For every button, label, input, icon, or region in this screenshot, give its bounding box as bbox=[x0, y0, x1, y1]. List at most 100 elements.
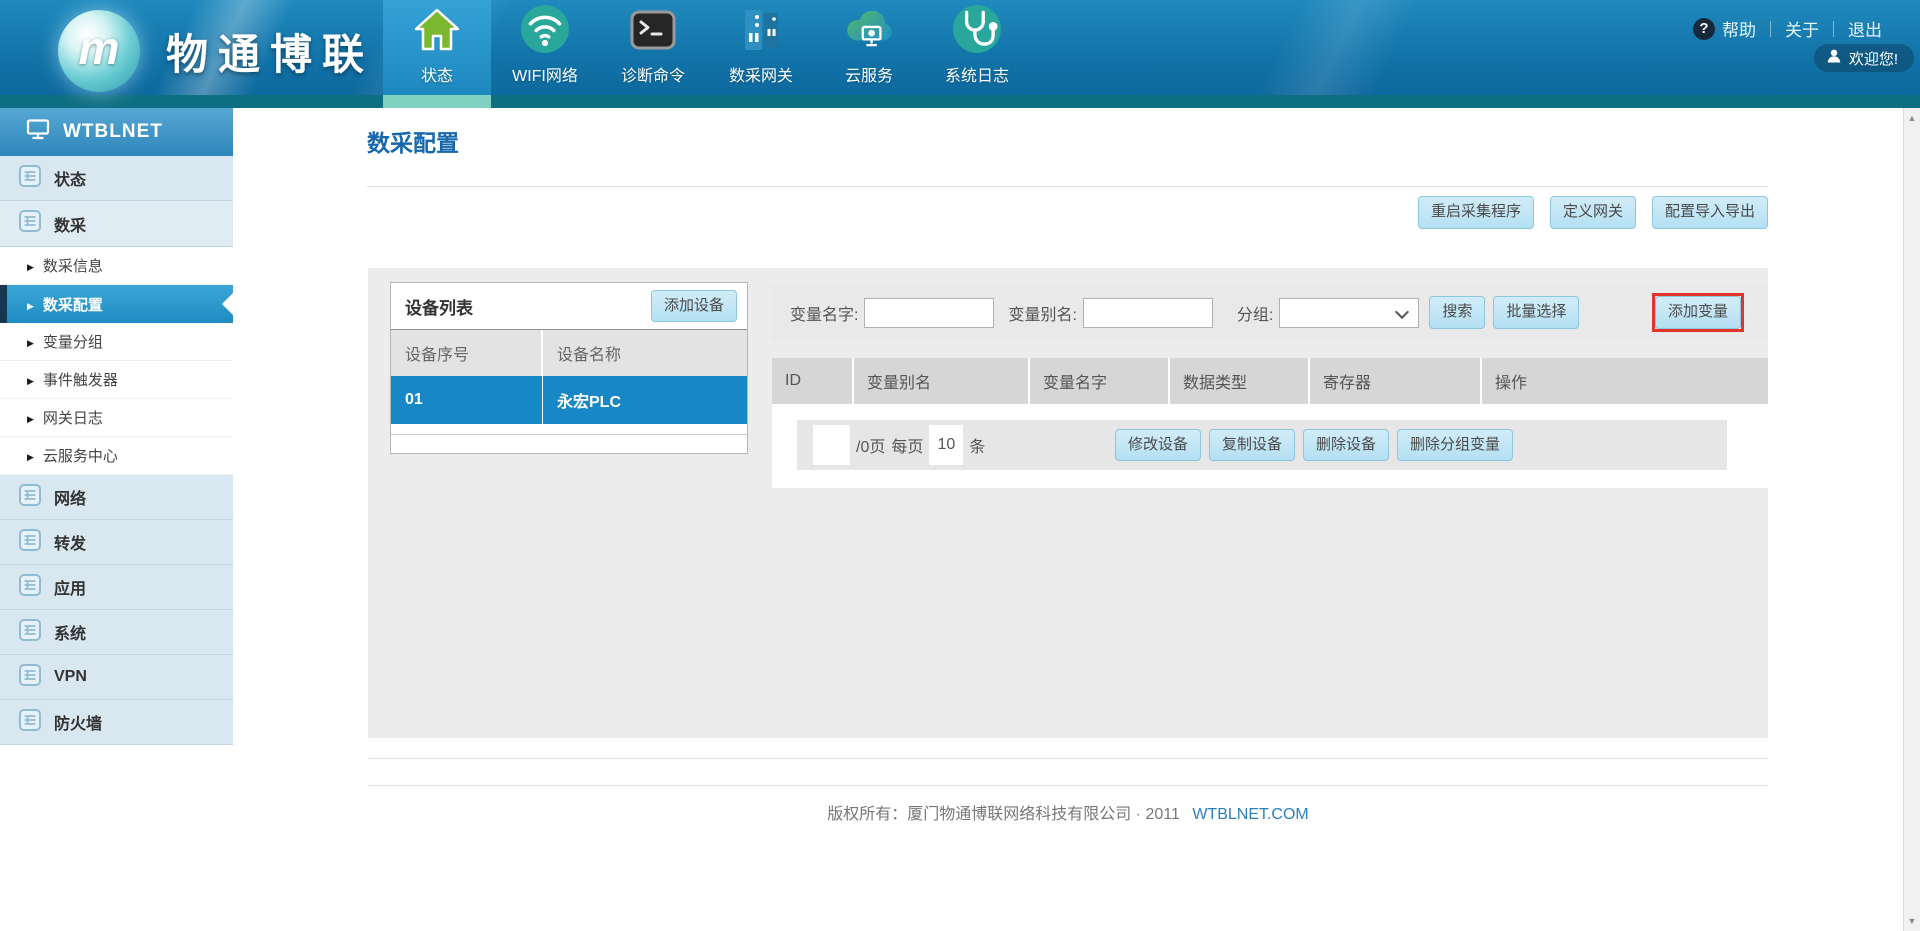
monitor-icon bbox=[26, 118, 50, 146]
title-divider bbox=[367, 186, 1768, 187]
stethoscope-icon bbox=[951, 3, 1003, 55]
device-action-buttons: 修改设备 复制设备 删除设备 删除分组变量 bbox=[1115, 420, 1513, 470]
search-button[interactable]: 搜索 bbox=[1429, 296, 1485, 329]
caret-right-icon bbox=[27, 296, 34, 313]
tab-data-gateway[interactable]: 数采网关 bbox=[707, 0, 815, 95]
delete-device-button[interactable]: 删除设备 bbox=[1303, 429, 1389, 462]
config-import-export-button[interactable]: 配置导入导出 bbox=[1652, 196, 1768, 229]
add-device-button[interactable]: 添加设备 bbox=[651, 290, 737, 323]
sidebar-item-data-config[interactable]: 数采配置 bbox=[0, 285, 233, 323]
sidebar-item-data-collection[interactable]: 数采 bbox=[0, 201, 233, 247]
grid-icon bbox=[18, 708, 42, 737]
welcome-text: 欢迎您! bbox=[1849, 48, 1898, 69]
variable-filter-bar: 变量名字: 变量别名: 分组: 搜索 批量选择 添加变量 bbox=[772, 285, 1768, 340]
sidebar-item-label: 应用 bbox=[54, 575, 86, 599]
group-label: 分组: bbox=[1237, 301, 1273, 325]
page: 物通博联 状态 WIFI网络 诊断命令 bbox=[0, 0, 1920, 931]
delete-group-variables-button[interactable]: 删除分组变量 bbox=[1397, 429, 1513, 462]
sidebar-item-cloud-center[interactable]: 云服务中心 bbox=[0, 437, 233, 475]
modify-device-button[interactable]: 修改设备 bbox=[1115, 429, 1201, 462]
sidebar-item-event-trigger[interactable]: 事件触发器 bbox=[0, 361, 233, 399]
tab-status[interactable]: 状态 bbox=[383, 0, 491, 95]
vertical-scrollbar[interactable] bbox=[1903, 108, 1920, 931]
grid-icon bbox=[18, 483, 42, 512]
grid-icon bbox=[18, 573, 42, 602]
logo-text: 物通博联 bbox=[166, 21, 374, 82]
sidebar-item-label: VPN bbox=[54, 668, 87, 686]
tab-cloud-service[interactable]: 云服务 bbox=[815, 0, 923, 95]
sidebar-item-variable-group[interactable]: 变量分组 bbox=[0, 323, 233, 361]
sidebar-item-firewall[interactable]: 防火墙 bbox=[0, 700, 233, 745]
variable-alias-input[interactable] bbox=[1083, 298, 1213, 328]
sidebar-item-label: 事件触发器 bbox=[43, 369, 118, 390]
col-id: ID bbox=[772, 358, 854, 404]
logout-link[interactable]: 退出 bbox=[1848, 16, 1882, 41]
device-col-name: 设备名称 bbox=[543, 330, 747, 376]
sidebar-item-label: 状态 bbox=[54, 166, 86, 190]
help-link[interactable]: 帮助 bbox=[1722, 16, 1756, 41]
grid-icon bbox=[18, 164, 42, 193]
page-total-label: /0页 bbox=[856, 433, 885, 457]
sidebar: WTBLNET 状态 数采 数采信息 数采配置 变量分组 事件触发器 网关 bbox=[0, 108, 233, 745]
copy-device-button[interactable]: 复制设备 bbox=[1209, 429, 1295, 462]
add-variable-highlight: 添加变量 bbox=[1652, 293, 1744, 332]
device-name-cell: 永宏PLC bbox=[543, 376, 747, 424]
person-icon bbox=[1826, 48, 1842, 68]
sidebar-item-application[interactable]: 应用 bbox=[0, 565, 233, 610]
sidebar-item-label: 云服务中心 bbox=[43, 445, 118, 466]
tab-label: 云服务 bbox=[845, 62, 893, 86]
wifi-icon bbox=[519, 3, 571, 55]
sidebar-item-gateway-log[interactable]: 网关日志 bbox=[0, 399, 233, 437]
sidebar-item-label: 变量分组 bbox=[43, 331, 103, 352]
group-select[interactable] bbox=[1279, 298, 1419, 328]
grid-icon bbox=[18, 528, 42, 557]
wtblnet-link[interactable]: WTBLNET.COM bbox=[1192, 806, 1308, 823]
cloud-icon bbox=[843, 3, 895, 55]
top-header: 物通博联 状态 WIFI网络 诊断命令 bbox=[0, 0, 1920, 108]
batch-select-button[interactable]: 批量选择 bbox=[1493, 296, 1579, 329]
sidebar-item-label: 系统 bbox=[54, 620, 86, 644]
link-divider bbox=[1770, 21, 1771, 37]
tab-label: WIFI网络 bbox=[512, 62, 578, 86]
sidebar-item-label: 数采配置 bbox=[43, 294, 103, 315]
home-icon bbox=[412, 3, 462, 55]
add-variable-button[interactable]: 添加变量 bbox=[1655, 296, 1741, 329]
device-list-header: 设备列表 添加设备 bbox=[391, 283, 747, 330]
variable-alias-label: 变量别名: bbox=[1008, 301, 1076, 325]
about-link[interactable]: 关于 bbox=[1785, 16, 1819, 41]
device-table-header: 设备序号 设备名称 bbox=[391, 330, 747, 376]
sidebar-item-vpn[interactable]: VPN bbox=[0, 655, 233, 700]
sidebar-item-label: 防火墙 bbox=[54, 710, 102, 734]
per-page-input[interactable] bbox=[929, 425, 963, 465]
pagination-bar: /0页 每页 条 修改设备 复制设备 删除设备 删除分组变量 bbox=[797, 420, 1727, 470]
tab-wifi-network[interactable]: WIFI网络 bbox=[491, 0, 599, 95]
page-number-input[interactable] bbox=[813, 425, 850, 465]
sidebar-item-data-info[interactable]: 数采信息 bbox=[0, 247, 233, 285]
device-row-selected[interactable]: 01 永宏PLC bbox=[391, 376, 747, 424]
tab-system-log[interactable]: 系统日志 bbox=[923, 0, 1031, 95]
header-bottom-strip bbox=[0, 95, 1920, 108]
device-empty-row bbox=[391, 424, 747, 435]
scroll-down-icon[interactable] bbox=[1904, 916, 1920, 926]
scroll-up-icon[interactable] bbox=[1904, 113, 1920, 123]
sidebar-item-label: 网络 bbox=[54, 485, 86, 509]
sidebar-item-forwarding[interactable]: 转发 bbox=[0, 520, 233, 565]
sidebar-item-system[interactable]: 系统 bbox=[0, 610, 233, 655]
sidebar-item-status[interactable]: 状态 bbox=[0, 156, 233, 201]
tab-label: 诊断命令 bbox=[621, 62, 685, 86]
app-logo: 物通博联 bbox=[58, 10, 374, 92]
variable-name-input[interactable] bbox=[864, 298, 994, 328]
device-list-title: 设备列表 bbox=[405, 294, 473, 319]
sidebar-item-network[interactable]: 网络 bbox=[0, 475, 233, 520]
sidebar-item-label: 数采 bbox=[54, 212, 86, 236]
caret-right-icon bbox=[27, 371, 34, 388]
caret-right-icon bbox=[27, 333, 34, 350]
footer: 版权所有：厦门物通博联网络科技有限公司 · 2011 WTBLNET.COM bbox=[368, 800, 1768, 824]
tab-diagnostic-command[interactable]: 诊断命令 bbox=[599, 0, 707, 95]
pagination-controls: /0页 每页 条 bbox=[813, 420, 985, 470]
question-icon bbox=[1693, 18, 1715, 40]
define-gateway-button[interactable]: 定义网关 bbox=[1550, 196, 1636, 229]
device-empty-row bbox=[391, 435, 747, 453]
restart-collector-button[interactable]: 重启采集程序 bbox=[1418, 196, 1534, 229]
device-serial-cell: 01 bbox=[391, 376, 543, 424]
